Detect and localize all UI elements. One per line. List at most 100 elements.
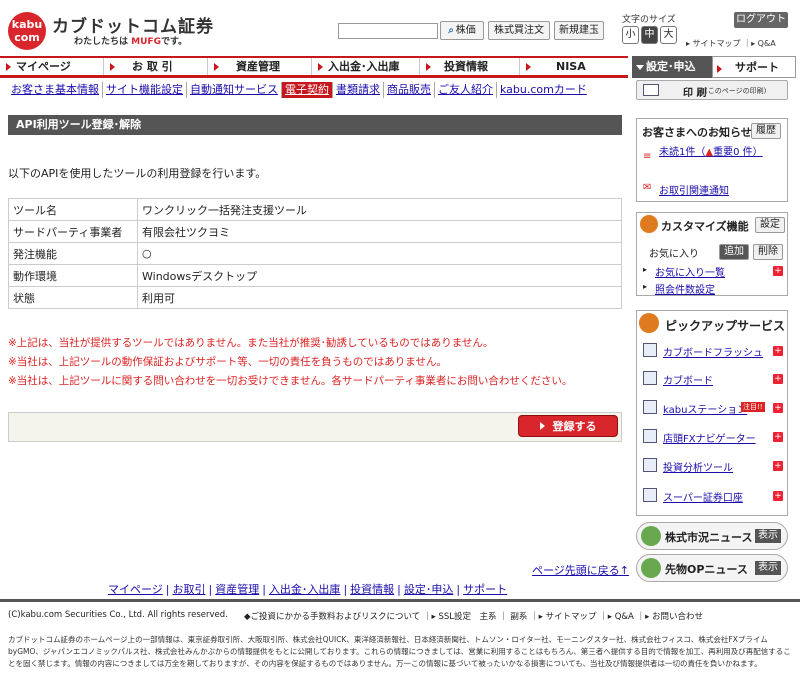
gnav-setting[interactable]: 設定･申込	[632, 56, 712, 78]
analysis-icon	[643, 458, 657, 472]
register-button[interactable]: 登録する	[518, 415, 618, 437]
subnav-referral[interactable]: ご友人紹介	[435, 82, 497, 98]
arrow-icon	[539, 422, 545, 430]
plus-icon[interactable]: +	[773, 403, 783, 413]
subnav-products[interactable]: 商品販売	[384, 82, 435, 98]
new-position-button[interactable]: 新規建玉	[554, 21, 604, 40]
print-button[interactable]: 印 刷 (このページの印刷)	[636, 80, 788, 100]
arrow-icon: ▸	[643, 265, 648, 274]
search-icon: ⌕	[448, 25, 454, 36]
favorites-label: お気に入り	[649, 249, 699, 260]
pickup-kabu-station[interactable]: kabuステーション	[663, 401, 747, 416]
arrow-icon	[6, 63, 11, 71]
footer-nav-support[interactable]: サポート	[463, 583, 507, 596]
pickup-box: ピックアップサービス カブボードフラッシュ + カブボード + kabuステーシ…	[636, 310, 788, 516]
unread-tail: 件）	[742, 147, 763, 158]
font-size-large-button[interactable]: 大	[660, 26, 677, 44]
gnav-info[interactable]: 投資情報	[420, 58, 520, 75]
plus-icon[interactable]: +	[773, 374, 783, 384]
search-input[interactable]	[338, 23, 438, 39]
gear-icon	[640, 215, 658, 233]
subnav-auto-notify[interactable]: 自動通知サービス	[187, 82, 282, 98]
footer-links[interactable]: ◆ご投資にかかる手数料およびリスクについて ｜▸ SSL設定 主系 ｜ 副系 ｜…	[244, 610, 703, 622]
pickup-kabuboard-flash[interactable]: カブボードフラッシュ	[663, 344, 763, 359]
page-title: API利用ツール登録･解除	[8, 115, 622, 135]
table-row: サードパーティ事業者 有限会社ツクヨミ	[8, 220, 622, 243]
important-count: 重要0	[713, 147, 740, 158]
footer-nav: マイページ | お取引 | 資産管理 | 入出金･入出庫 | 投資情報 | 設定･申込 | サポート	[108, 583, 508, 596]
font-size-small-button[interactable]: 小	[622, 26, 639, 44]
header-links[interactable]: ▸ サイトマップ ｜▸ Q&A	[686, 38, 776, 49]
global-nav-right: 設定･申込 サポート	[632, 56, 796, 78]
unread-link[interactable]: 未読1件（▲重要0 件）	[659, 147, 779, 159]
print-note: (このページの印刷)	[705, 87, 767, 95]
plus-icon[interactable]: +	[773, 346, 783, 356]
subnav-site-settings[interactable]: サイト機能設定	[103, 82, 187, 98]
subnav-e-contract[interactable]: 電子契約	[282, 82, 333, 98]
gnav-label: サポート	[735, 61, 779, 74]
add-favorite-button[interactable]: 追加	[719, 244, 749, 260]
gnav-label: NISA	[556, 60, 586, 73]
logo[interactable]: kabu com	[8, 12, 46, 50]
plus-icon[interactable]: +	[773, 491, 783, 501]
subnav-card[interactable]: kabu.comカード	[497, 82, 590, 98]
quote-search-label: 株価	[455, 25, 476, 36]
row-value: ワンクリック一括発注支援ツール	[137, 198, 622, 221]
pickup-super-account[interactable]: スーパー証券口座	[663, 489, 743, 504]
copyright: (C)kabu.com Securities Co., Ltd. All rig…	[8, 610, 228, 620]
plus-icon[interactable]: +	[773, 432, 783, 442]
subnav-basic-info[interactable]: お客さま基本情報	[8, 82, 103, 98]
pickup-title: ピックアップサービス	[665, 319, 786, 333]
gnav-trade[interactable]: お 取 引	[104, 58, 208, 75]
footer-nav-setting[interactable]: 設定･申込	[404, 583, 454, 596]
delete-favorite-button[interactable]: 削除	[753, 244, 783, 260]
logout-button[interactable]: ログアウト	[734, 12, 788, 28]
subnav-documents[interactable]: 書類請求	[333, 82, 384, 98]
chevron-down-icon	[636, 65, 644, 70]
row-value: ○	[137, 242, 622, 265]
arrow-icon	[426, 63, 431, 71]
font-size-medium-button[interactable]: 中	[641, 26, 658, 44]
gnav-mypage[interactable]: マイページ	[0, 58, 104, 75]
stock-news-label: 株式市況ニュース	[665, 531, 753, 544]
gnav-support[interactable]: サポート	[712, 56, 796, 78]
disclaimer-note: ※上記は、当社が提供するツールではありません。また当社が推奨･勧誘しているもので…	[8, 337, 494, 349]
stock-buy-order-button[interactable]: 株式買注文	[488, 21, 550, 40]
footer-nav-trade[interactable]: お取引	[173, 583, 206, 596]
pickup-kabuboard[interactable]: カブボード	[663, 372, 713, 387]
row-label: ツール名	[8, 198, 138, 221]
stock-news-show-button[interactable]: 表示	[755, 529, 781, 543]
plus-icon[interactable]: +	[773, 461, 783, 471]
row-label: 発注機能	[8, 242, 138, 265]
footer-disclaimer: カブドットコム証券のホームページ上の一部情報は、東京証券取引所、大阪取引所、株式…	[8, 635, 791, 668]
pickup-analysis-tool[interactable]: 投資分析ツール	[663, 459, 733, 474]
quote-search-button[interactable]: ⌕ 株価	[440, 21, 484, 40]
row-label: 状態	[8, 286, 138, 309]
trade-notice-link[interactable]: お取引関連通知	[659, 182, 729, 197]
gnav-label: マイページ	[16, 60, 71, 73]
table-row: 発注機能 ○	[8, 242, 622, 265]
customize-setting-button[interactable]: 設定	[755, 217, 785, 233]
footer-nav-deposit[interactable]: 入出金･入出庫	[269, 583, 341, 596]
query-count-link[interactable]: 照会件数設定	[655, 281, 715, 296]
table-row: ツール名 ワンクリック一括発注支援ツール	[8, 198, 622, 221]
history-button[interactable]: 履歴	[751, 123, 781, 139]
page-top-link[interactable]: ページ先頭に戻る↑	[532, 562, 629, 578]
gnav-deposit[interactable]: 入出金･入出庫	[312, 58, 420, 75]
footer-nav-assets[interactable]: 資産管理	[215, 583, 259, 596]
plus-icon[interactable]: +	[773, 266, 783, 276]
gnav-label: 入出金･入出庫	[328, 60, 400, 73]
footer-nav-mypage[interactable]: マイページ	[108, 583, 163, 596]
print-label: 印 刷	[683, 88, 707, 99]
station-icon	[643, 400, 657, 414]
sub-nav: お客さま基本情報 サイト機能設定 自動通知サービス 電子契約 書類請求 商品販売…	[8, 82, 590, 98]
gnav-assets[interactable]: 資産管理	[208, 58, 312, 75]
pickup-fx-navigator[interactable]: 店頭FXナビゲーター	[663, 430, 756, 445]
footer-nav-info[interactable]: 投資情報	[350, 583, 394, 596]
tagline-brand: MUFG	[131, 37, 161, 47]
unread-count: 未読1件（	[659, 147, 706, 158]
gnav-nisa[interactable]: NISA	[520, 58, 628, 75]
futures-news-show-button[interactable]: 表示	[755, 561, 781, 575]
arrow-icon	[526, 63, 531, 71]
favorites-list-link[interactable]: お気に入り一覧	[655, 264, 725, 279]
